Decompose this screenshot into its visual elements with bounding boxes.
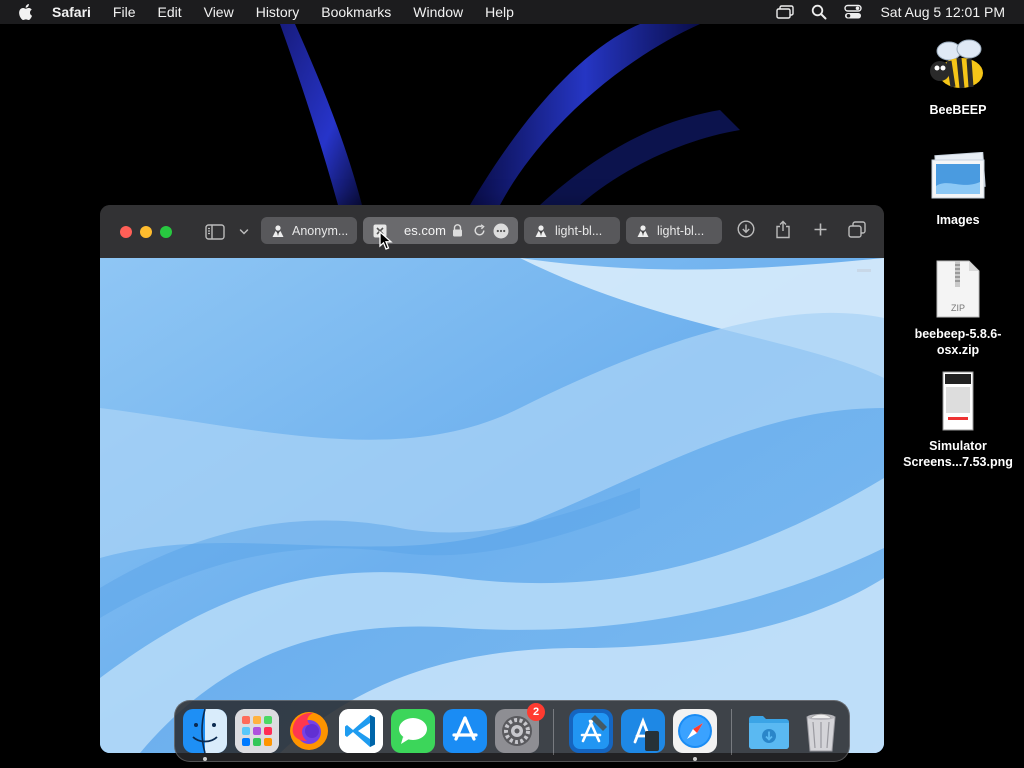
- image-folder-icon: [923, 150, 993, 206]
- menu-help[interactable]: Help: [485, 4, 514, 20]
- menu-window[interactable]: Window: [413, 4, 463, 20]
- more-options-icon[interactable]: [493, 223, 509, 239]
- address-bar-url[interactable]: es.com: [404, 223, 446, 238]
- menu-bar-status-area: Sat Aug 5 12:01 PM: [774, 0, 1024, 24]
- tab-title: light-bl...: [555, 223, 603, 238]
- desktop-icon-label: beebeep-5.8.6- osx.zip: [898, 326, 1018, 358]
- web-page-content[interactable]: [100, 258, 884, 753]
- chevron-down-icon[interactable]: [231, 220, 257, 244]
- dock-launchpad[interactable]: [235, 709, 279, 753]
- firefox-icon: [290, 712, 328, 750]
- desktop-icon-label-line2: Screens...7.53.png: [903, 455, 1013, 469]
- menu-view[interactable]: View: [204, 4, 234, 20]
- dock-finder[interactable]: [183, 708, 227, 754]
- tab-overview-icon[interactable]: [844, 217, 870, 241]
- favicon-person-icon: [271, 224, 285, 238]
- dock-xcode[interactable]: [569, 709, 613, 753]
- dock-vscode[interactable]: [339, 709, 383, 753]
- downloads-folder-icon: [749, 716, 789, 749]
- running-indicator: [693, 757, 697, 761]
- dock-app-store[interactable]: [443, 709, 487, 753]
- sidebar-toggle-icon[interactable]: [202, 220, 228, 244]
- light-blue-wave-wallpaper: [100, 258, 884, 753]
- safari-toolbar: Anonym... es.com light-bl... light-bl...: [100, 205, 884, 258]
- reload-icon[interactable]: [473, 224, 486, 237]
- menu-file[interactable]: File: [113, 4, 136, 20]
- download-icon[interactable]: [733, 217, 759, 241]
- desktop-icon-label: BeeBEEP: [929, 103, 987, 117]
- toolbar-right-actions: [722, 217, 870, 241]
- page-corner-mark: [857, 269, 871, 272]
- dock-separator: [731, 709, 732, 755]
- desktop-icon-beebeep-zip[interactable]: ZIP beebeep-5.8.6- osx.zip: [898, 258, 1018, 358]
- screen-mirroring-icon[interactable]: [774, 3, 796, 21]
- lock-icon: [452, 224, 463, 237]
- desktop-icon-images[interactable]: Images: [898, 150, 1018, 228]
- control-center-icon[interactable]: [842, 3, 864, 21]
- tab-anonymous[interactable]: Anonym...: [261, 217, 357, 244]
- dock-messages[interactable]: [391, 709, 435, 753]
- menu-bookmarks[interactable]: Bookmarks: [321, 4, 391, 20]
- messages-icon: [391, 709, 435, 753]
- vscode-icon: [339, 709, 383, 753]
- menu-history[interactable]: History: [256, 4, 300, 20]
- dock-downloads[interactable]: [747, 709, 791, 753]
- dock: 2: [174, 700, 850, 762]
- dock-simulator[interactable]: [621, 709, 665, 753]
- spotlight-search-icon[interactable]: [808, 3, 830, 21]
- zip-type-label: ZIP: [950, 303, 965, 313]
- safari-window: Anonym... es.com light-bl... light-bl...: [100, 205, 884, 753]
- zip-file-icon: ZIP: [923, 258, 993, 320]
- dock-trash[interactable]: [799, 709, 843, 753]
- tab-title: light-bl...: [657, 223, 705, 238]
- menu-edit[interactable]: Edit: [157, 4, 181, 20]
- desktop-icon-beebeep[interactable]: BeeBEEP: [898, 36, 1018, 118]
- desktop-icon-label-line2: osx.zip: [936, 343, 980, 357]
- mouse-cursor-icon: [379, 230, 393, 256]
- dock-firefox[interactable]: [287, 709, 331, 753]
- simulator-icon: [621, 709, 665, 753]
- new-tab-icon[interactable]: [807, 217, 833, 241]
- dock-safari[interactable]: [673, 709, 717, 753]
- favicon-person-icon: [636, 224, 650, 238]
- png-file-icon: [923, 370, 993, 432]
- bee-app-icon: [923, 36, 993, 96]
- share-icon[interactable]: [770, 217, 796, 241]
- desktop-icon-label-line1: beebeep-5.8.6-: [914, 327, 1002, 341]
- favicon-person-icon: [534, 224, 548, 238]
- tab-light-blue-1[interactable]: light-bl...: [524, 217, 620, 244]
- tab-title: Anonym...: [292, 223, 349, 238]
- window-controls: [120, 225, 180, 238]
- desktop-icon-label: Images: [936, 213, 980, 227]
- safari-icon: [673, 709, 717, 753]
- launchpad-icon: [235, 709, 279, 753]
- minimize-window-button[interactable]: [140, 225, 152, 238]
- desktop-icon-simulator-screenshot[interactable]: Simulator Screens...7.53.png: [898, 370, 1018, 470]
- close-window-button[interactable]: [120, 225, 132, 238]
- menu-bar-clock[interactable]: Sat Aug 5 12:01 PM: [880, 4, 1005, 20]
- xcode-icon: [569, 709, 613, 753]
- desktop-icon-label-line1: Simulator: [929, 439, 987, 453]
- apple-logo-icon[interactable]: [17, 3, 37, 21]
- zoom-window-button[interactable]: [160, 225, 172, 238]
- app-store-icon: [443, 709, 487, 753]
- menu-bar: Safari File Edit View History Bookmarks …: [0, 0, 1024, 24]
- trash-icon: [806, 713, 836, 752]
- dock-separator: [553, 709, 554, 755]
- dock-system-settings[interactable]: 2: [495, 703, 545, 753]
- notification-badge: 2: [527, 703, 545, 721]
- desktop-icon-label: Simulator Screens...7.53.png: [898, 438, 1018, 470]
- tab-light-blue-2[interactable]: light-bl...: [626, 217, 722, 244]
- menu-app-safari[interactable]: Safari: [52, 4, 91, 20]
- finder-icon: [183, 708, 227, 754]
- running-indicator: [203, 757, 207, 761]
